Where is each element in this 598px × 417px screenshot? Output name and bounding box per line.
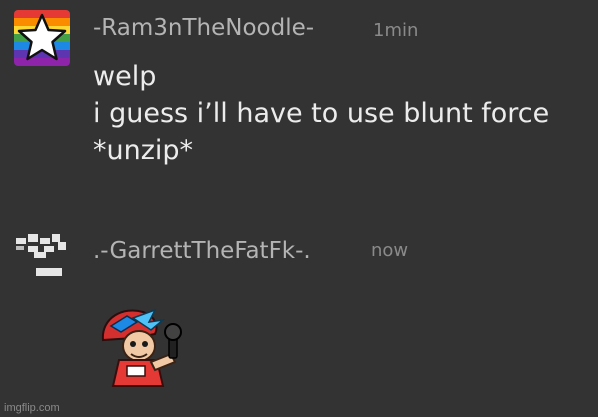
chat-message: .-GarrettTheFatFk-. now [0,220,598,400]
boyfriend-sticker-icon [101,308,182,387]
message-line: *unzip* [93,135,194,166]
user-avatar[interactable] [14,10,70,66]
username[interactable]: -Ram3nTheNoodle- [93,15,314,41]
sticker [93,300,193,390]
chat-message: -Ram3nTheNoodle- 1min welp i guess i’ll … [0,0,598,200]
timestamp: now [371,240,409,261]
rainbow-star-icon [14,10,70,66]
user-avatar[interactable] [14,230,70,286]
message-body: welp i guess i’ll have to use blunt forc… [93,58,549,169]
message-line: welp [93,61,157,92]
message-line: i guess i’ll have to use blunt force [93,98,550,129]
username[interactable]: .-GarrettTheFatFk-. [93,238,311,264]
pixel-blocks-icon [16,234,66,276]
watermark: imgflip.com [4,402,60,414]
timestamp: 1min [373,20,419,41]
